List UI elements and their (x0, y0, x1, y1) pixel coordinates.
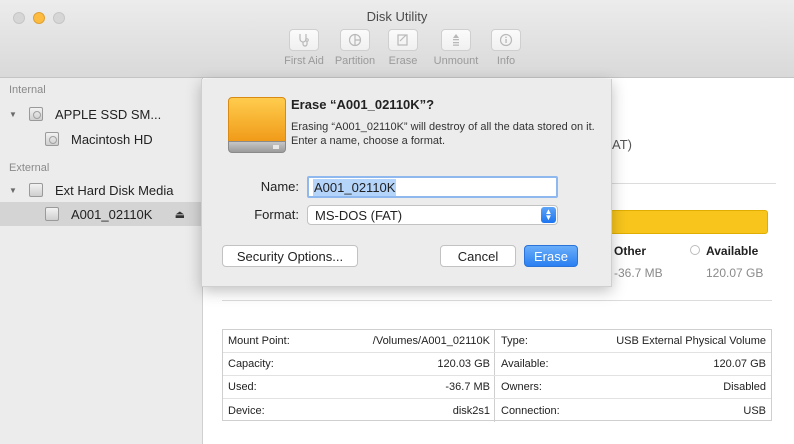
cancel-button[interactable]: Cancel (440, 245, 516, 267)
format-select[interactable]: MS-DOS (FAT) ▲ ▼ (307, 205, 558, 225)
erase-sheet: Erase “A001_02110K”? Erasing “A001_02110… (201, 79, 612, 287)
sidebar-section-internal: Internal (9, 84, 46, 96)
info-key: Capacity: (228, 358, 274, 370)
info-key: Connection: (501, 404, 560, 417)
sidebar-item-ext-hard-disk[interactable]: ▼ Ext Hard Disk Media (0, 178, 203, 202)
available-swatch-icon (690, 245, 700, 255)
erase-button[interactable]: Erase (385, 29, 421, 67)
format-label: Format: (254, 207, 299, 222)
sidebar-item-label: A001_02110K (71, 206, 153, 222)
info-table: Mount Point: /Volumes/A001_02110K Type: … (222, 329, 772, 422)
internal-disk-icon (29, 107, 43, 121)
info-value: /Volumes/A001_02110K (301, 330, 495, 352)
sidebar-section-external: External (9, 162, 50, 174)
external-disk-icon (29, 183, 43, 197)
eject-icon[interactable]: ⏏ (175, 208, 185, 221)
info-key: Device: (228, 404, 265, 417)
divider (612, 183, 776, 184)
volume-icon (45, 132, 59, 146)
volume-icon (45, 207, 59, 221)
info-key: Used: (228, 381, 257, 393)
name-label: Name: (260, 179, 299, 194)
info-value: 120.07 GB (713, 358, 766, 370)
name-field[interactable]: A001_02110K (307, 176, 558, 198)
legend-name: Other (614, 244, 647, 258)
info-value: USB (743, 404, 766, 417)
info-value: -36.7 MB (301, 376, 495, 398)
legend-value: -36.7 MB (614, 266, 663, 280)
info-value: USB External Physical Volume (616, 335, 766, 347)
window-title: Disk Utility (366, 9, 428, 24)
table-row: Mount Point: /Volumes/A001_02110K Type: … (223, 330, 771, 353)
sidebar-item-macintosh-hd[interactable]: Macintosh HD (0, 127, 203, 151)
stethoscope-icon (289, 29, 319, 51)
legend-other: Other -36.7 MB (614, 244, 663, 280)
info-key: Owners: (501, 381, 542, 393)
info-key: Available: (501, 358, 549, 370)
legend-name: Available (706, 244, 759, 258)
toolbar-label-info: Info (496, 55, 516, 67)
disclosure-triangle-icon[interactable]: ▼ (9, 186, 19, 195)
toolbar-label-first-aid: First Aid (284, 55, 324, 67)
disclosure-triangle-icon[interactable]: ▼ (9, 110, 19, 119)
sidebar-item-a001-02110k[interactable]: A001_02110K ⏏ (0, 202, 203, 226)
table-row: Device: disk2s1 Connection: USB (223, 399, 771, 422)
unmount-button[interactable]: Unmount (431, 29, 481, 67)
security-options-button[interactable]: Security Options... (222, 245, 358, 267)
toolbar-label-unmount: Unmount (433, 55, 479, 67)
divider (222, 300, 772, 301)
pie-icon (340, 29, 370, 51)
info-value: 120.03 GB (301, 353, 495, 375)
info-key: Mount Point: (228, 335, 290, 347)
volume-format-text: AT) (612, 137, 632, 152)
format-value: MS-DOS (FAT) (315, 207, 403, 223)
sidebar-item-label: Macintosh HD (71, 131, 153, 147)
title-bar: Disk Utility First Aid Partition Erase U… (0, 0, 794, 78)
usage-bar (610, 210, 768, 234)
table-row: Used: -36.7 MB Owners: Disabled (223, 376, 771, 399)
unmount-icon (441, 29, 471, 51)
toolbar-label-erase: Erase (388, 55, 418, 67)
table-row: Capacity: 120.03 GB Available: 120.07 GB (223, 353, 771, 376)
info-icon (491, 29, 521, 51)
info-value: Disabled (723, 381, 766, 393)
legend-available: Available 120.07 GB (690, 244, 764, 280)
select-chevrons-icon: ▲ ▼ (541, 207, 556, 223)
sheet-title: Erase “A001_02110K”? (291, 97, 435, 112)
sidebar-item-apple-ssd[interactable]: ▼ APPLE SSD SM... (0, 102, 203, 126)
first-aid-button[interactable]: First Aid (284, 29, 324, 67)
confirm-erase-button[interactable]: Erase (524, 245, 578, 267)
info-value: disk2s1 (301, 399, 495, 422)
info-key: Type: (501, 335, 528, 347)
sidebar-item-label: Ext Hard Disk Media (55, 182, 174, 198)
sheet-description: Erasing “A001_02110K” will destroy of al… (291, 121, 595, 147)
sidebar: Internal ▼ APPLE SSD SM... Macintosh HD … (0, 78, 203, 444)
toolbar-label-partition: Partition (334, 55, 376, 67)
info-button[interactable]: Info (486, 29, 526, 67)
legend-value: 120.07 GB (706, 266, 764, 280)
partition-button[interactable]: Partition (330, 29, 380, 67)
erase-icon (388, 29, 418, 51)
external-drive-icon (228, 97, 286, 153)
name-value: A001_02110K (313, 178, 397, 196)
sidebar-item-label: APPLE SSD SM... (55, 106, 162, 122)
